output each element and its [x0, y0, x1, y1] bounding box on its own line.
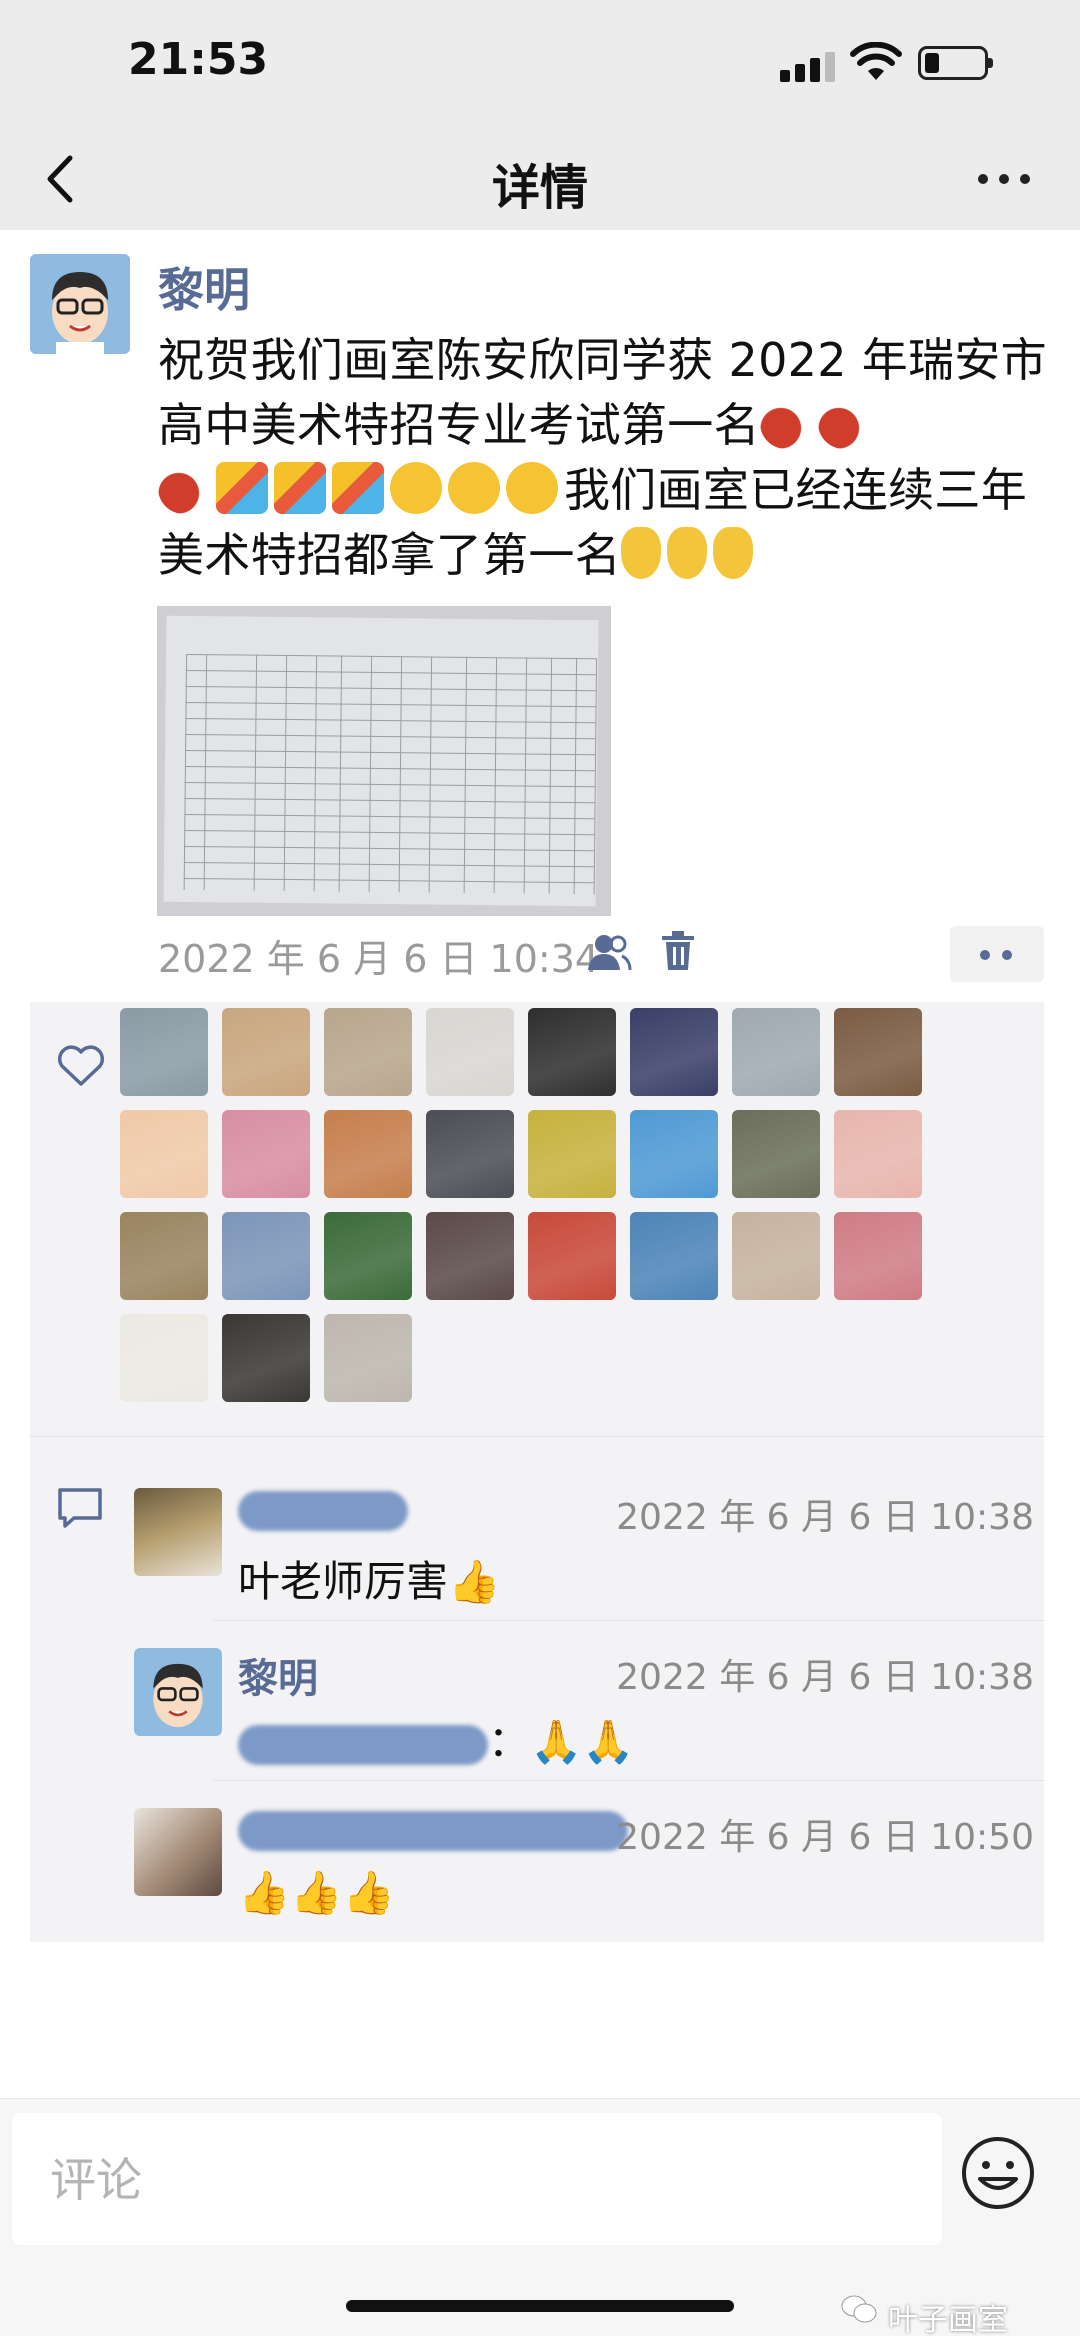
comment-text: 👍👍👍: [238, 1868, 395, 1918]
visibility-friends-icon[interactable]: [586, 932, 632, 972]
party-popper-icon: [216, 462, 268, 514]
cellular-signal-icon: [780, 52, 838, 82]
commenter-name[interactable]: 黎明: [238, 1646, 318, 1704]
like-avatar[interactable]: [222, 1110, 310, 1198]
comment-input[interactable]: [50, 2145, 910, 2215]
like-avatar[interactable]: [528, 1212, 616, 1300]
like-avatar[interactable]: [834, 1110, 922, 1198]
like-avatar[interactable]: [834, 1008, 922, 1096]
thumbs-up-icon: 👍: [448, 1557, 501, 1606]
commenter-avatar[interactable]: [134, 1648, 222, 1736]
wechat-logo-icon: [841, 2295, 877, 2323]
navigation-bar: 详情: [0, 130, 1080, 230]
interaction-panel: 2022 年 6 月 6 日 10:38 叶老师厉害👍 黎明 2022 年 6 …: [30, 1002, 1044, 1942]
comment-text: ：🙏🙏: [238, 1708, 635, 1769]
like-avatar[interactable]: [528, 1008, 616, 1096]
point-up-icon: [667, 527, 707, 579]
watermark: 叶子画室: [888, 2303, 1008, 2336]
commenter-avatar[interactable]: [134, 1808, 222, 1896]
like-avatar[interactable]: [630, 1110, 718, 1198]
commenter-avatar[interactable]: [134, 1488, 222, 1576]
like-avatar[interactable]: [426, 1008, 514, 1096]
point-up-icon: [621, 527, 661, 579]
emoji-icon[interactable]: [958, 2133, 1038, 2213]
author-name[interactable]: 黎明: [158, 254, 250, 320]
firecracker-icon: [759, 397, 812, 449]
like-avatar[interactable]: [732, 1008, 820, 1096]
praying-hands-icon: 🙏🙏: [530, 1717, 635, 1766]
like-avatar[interactable]: [120, 1212, 208, 1300]
like-avatar[interactable]: [630, 1212, 718, 1300]
comment-item[interactable]: 2022 年 6 月 6 日 10:50 👍👍👍: [134, 1808, 1034, 1928]
thumbs-up-icon: 👍👍👍: [238, 1868, 395, 1917]
author-avatar[interactable]: [30, 254, 130, 354]
like-avatar[interactable]: [324, 1008, 412, 1096]
redacted-reply-target: [238, 1724, 488, 1765]
like-avatar[interactable]: [222, 1008, 310, 1096]
post-text: 祝贺我们画室陈安欣同学获 2022 年瑞安市高中美术特招专业考试第一名 我们画室…: [158, 328, 1058, 588]
like-avatar[interactable]: [324, 1314, 412, 1402]
home-indicator: [346, 2300, 734, 2312]
divider: [30, 1436, 1044, 1437]
like-avatar[interactable]: [426, 1110, 514, 1198]
post-timestamp: 2022 年 6 月 6 日 10:34: [158, 937, 600, 981]
like-avatar[interactable]: [834, 1212, 922, 1300]
like-avatar[interactable]: [630, 1008, 718, 1096]
redacted-name: [238, 1491, 408, 1531]
delete-icon[interactable]: [660, 930, 696, 972]
commenter-name[interactable]: [238, 1486, 408, 1532]
like-avatar[interactable]: [120, 1008, 208, 1096]
commenter-name[interactable]: [238, 1806, 628, 1852]
comment-time: 2022 年 6 月 6 日 10:38: [616, 1497, 1034, 1538]
hugging-face-icon: [506, 462, 558, 514]
point-up-icon: [713, 527, 753, 579]
divider: [214, 1780, 1044, 1781]
like-comment-menu-button[interactable]: [950, 926, 1044, 982]
like-avatar[interactable]: [732, 1212, 820, 1300]
like-avatar[interactable]: [426, 1212, 514, 1300]
hugging-face-icon: [448, 462, 500, 514]
firecracker-icon: [158, 462, 210, 514]
comment-input-box[interactable]: [12, 2113, 942, 2245]
status-time: 21:53: [128, 34, 269, 85]
like-avatar[interactable]: [732, 1110, 820, 1198]
like-avatar[interactable]: [120, 1314, 208, 1402]
like-avatar[interactable]: [120, 1110, 208, 1198]
comment-text: 叶老师厉害👍: [238, 1557, 501, 1606]
more-options-icon[interactable]: [972, 156, 1036, 200]
like-avatar[interactable]: [528, 1110, 616, 1198]
firecracker-icon: [817, 397, 870, 449]
party-popper-icon: [274, 462, 326, 514]
wifi-icon: [850, 42, 902, 80]
like-avatar[interactable]: [324, 1212, 412, 1300]
party-popper-icon: [332, 462, 384, 514]
heart-icon: [57, 1045, 105, 1086]
like-avatar[interactable]: [222, 1212, 310, 1300]
redacted-name: [238, 1811, 628, 1851]
comment-time: 2022 年 6 月 6 日 10:50: [616, 1817, 1034, 1858]
like-avatar[interactable]: [222, 1314, 310, 1402]
like-avatar[interactable]: [324, 1110, 412, 1198]
comment-item[interactable]: 黎明 2022 年 6 月 6 日 10:38 ：🙏🙏: [134, 1648, 1034, 1768]
page-title: 详情: [491, 160, 588, 216]
comment-item[interactable]: 2022 年 6 月 6 日 10:38 叶老师厉害👍: [134, 1488, 1034, 1608]
comment-time: 2022 年 6 月 6 日 10:38: [616, 1657, 1034, 1698]
battery-icon: [918, 46, 993, 80]
status-bar: 21:53: [0, 0, 1080, 130]
divider: [214, 1620, 1044, 1621]
post-text-part1: 祝贺我们画室陈安欣同学获 2022 年瑞安市高中美术特招专业考试第一名: [158, 333, 1047, 452]
post-photo-score-sheet[interactable]: [157, 606, 611, 916]
hugging-face-icon: [390, 462, 442, 514]
comment-bubble-icon: [58, 1488, 102, 1528]
